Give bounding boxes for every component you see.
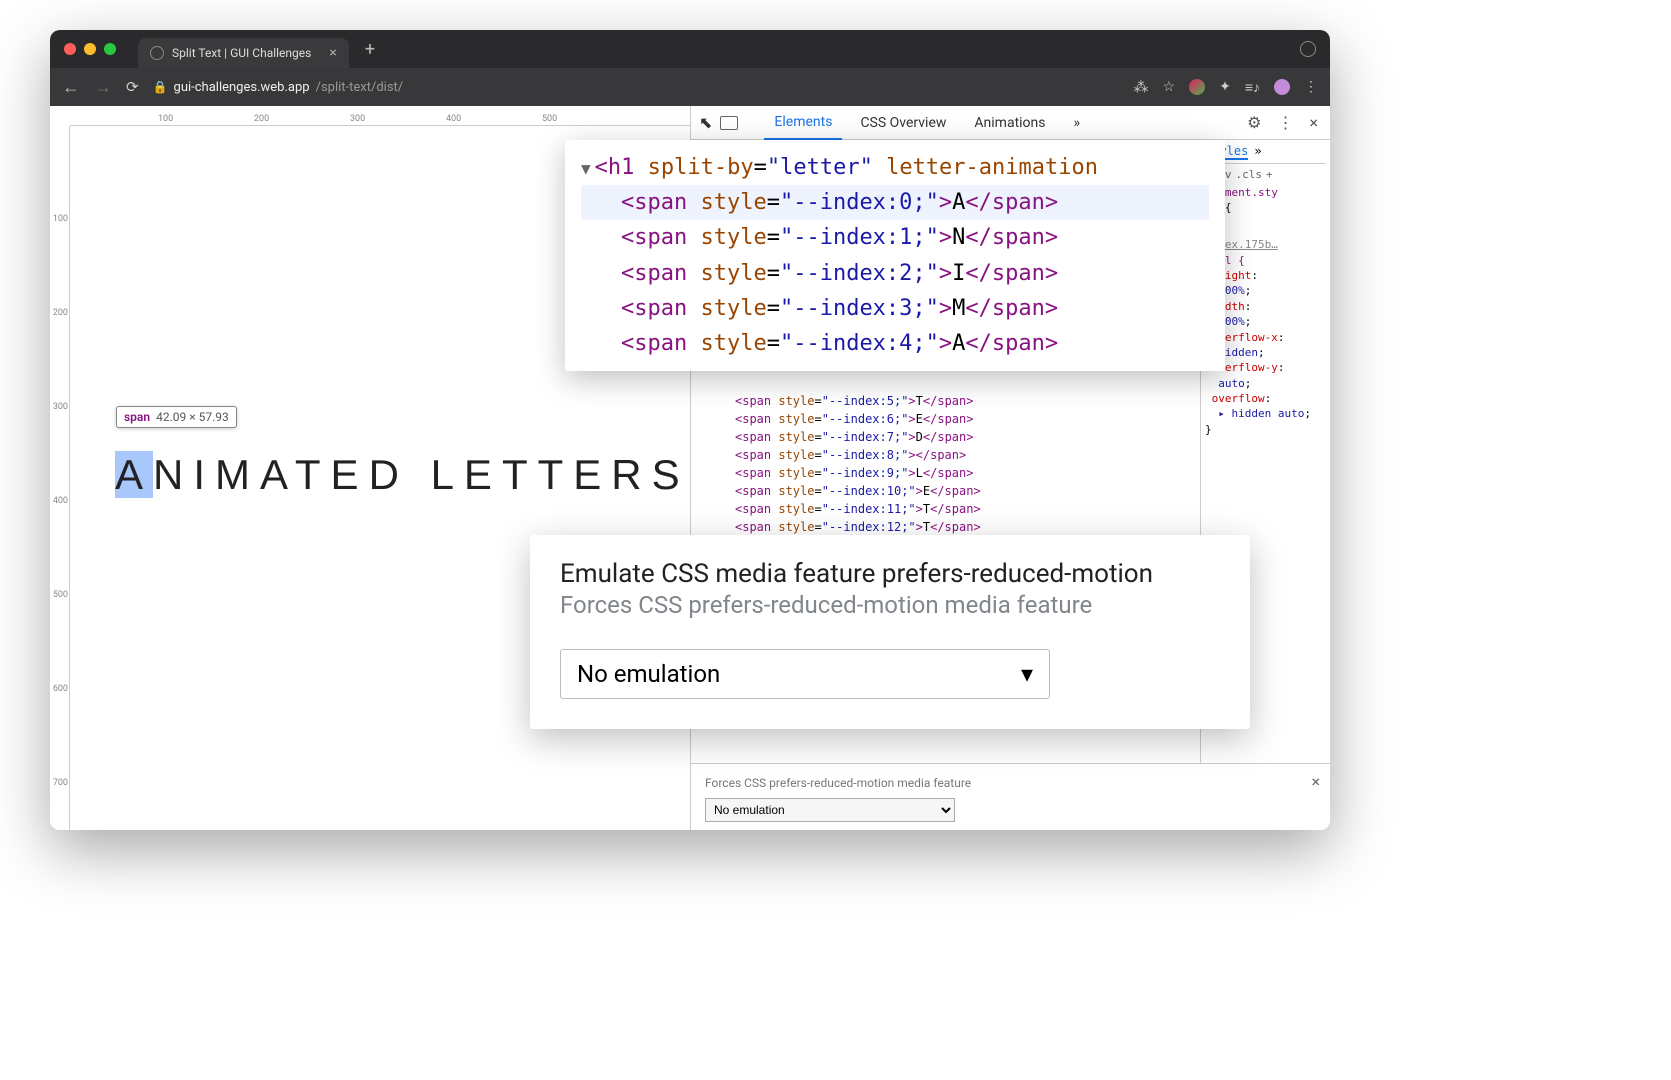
chevron-down-icon: ▾ [1021,660,1033,688]
rendering-subtitle: Forces CSS prefers-reduced-motion media … [705,776,1316,790]
zoom-drawer-title: Emulate CSS media feature prefers-reduce… [560,559,1220,589]
zoom-dom-span[interactable]: <span style="--index:3;">M</span> [581,291,1209,326]
tab-animations[interactable]: Animations [964,107,1055,139]
forward-button[interactable]: → [94,77,112,98]
rendering-drawer: × Forces CSS prefers-reduced-motion medi… [691,763,1330,830]
dom-node-span[interactable]: <span style="--index:9;">L</span> [701,464,1200,482]
zoom-drawer-overlay: Emulate CSS media feature prefers-reduce… [530,535,1250,729]
zoom-select-value: No emulation [577,660,720,688]
dom-node-span[interactable]: <span style="--index:12;">T</span> [701,518,1200,536]
translate-icon[interactable]: ⁂ [1134,78,1149,96]
browser-tab[interactable]: Split Text | GUI Challenges × [138,38,349,68]
window-close-light[interactable] [64,43,76,55]
profile-avatar-icon[interactable] [1274,79,1290,95]
zoom-drawer-subtitle: Forces CSS prefers-reduced-motion media … [560,591,1220,619]
headline-rest: NIMATED LETTERS [153,451,690,498]
tab-title: Split Text | GUI Challenges [172,46,311,60]
tooltip-dims: 42.09 × 57.93 [156,410,229,424]
tooltip-tag: span [124,410,150,424]
lock-icon: 🔒 [153,80,168,94]
address-bar: ← → ⟳ 🔒 gui-challenges.web.app/split-tex… [50,68,1330,106]
url-domain: gui-challenges.web.app [174,80,310,95]
dom-node-span[interactable]: <span style="--index:7;">D</span> [701,428,1200,446]
dom-node-span[interactable]: <span style="--index:11;">T</span> [701,500,1200,518]
device-toggle-icon[interactable] [720,116,738,130]
zoom-dom-overlay: ▼<h1 split-by="letter" letter-animation<… [565,140,1225,371]
dom-node-span[interactable]: <span style="--index:8;"></span> [701,446,1200,464]
devtools-tabs: ⬉ Elements CSS Overview Animations » ⚙ ⋮… [691,106,1330,140]
zoom-dom-span[interactable]: <span style="--index:4;">A</span> [581,326,1209,361]
ruler-vertical: 100200300400500600700800 [50,126,70,830]
zoom-dom-span[interactable]: <span style="--index:0;">A</span> [581,185,1209,220]
zoom-emulation-select[interactable]: No emulation ▾ [560,649,1050,699]
zoom-dom-span[interactable]: <span style="--index:2;">I</span> [581,256,1209,291]
drawer-close-button[interactable]: × [1311,772,1320,791]
kebab-menu-icon[interactable]: ⋮ [1304,79,1318,95]
window-min-light[interactable] [84,43,96,55]
extensions-icon[interactable]: ✦ [1219,79,1231,95]
css-declaration[interactable]: overflow: ▸ hidden auto; [1205,391,1326,422]
bookmark-icon[interactable]: ☆ [1163,79,1176,95]
element-tooltip: span 42.09 × 57.93 [116,406,237,428]
emulation-select[interactable]: No emulation [705,798,955,822]
extension-icon-1[interactable] [1189,79,1205,95]
dom-node-span[interactable]: <span style="--index:10;">E</span> [701,482,1200,500]
styles-tab-overflow[interactable]: » [1254,144,1261,160]
add-rule-button[interactable]: + [1266,168,1273,181]
toolbar-right: ⁂ ☆ ✦ ≡♪ ⋮ [1134,78,1318,96]
reading-list-icon[interactable]: ≡♪ [1245,79,1260,96]
url-field[interactable]: 🔒 gui-challenges.web.app/split-text/dist… [153,80,404,95]
url-path: /split-text/dist/ [316,80,404,95]
new-tab-button[interactable]: + [365,39,375,60]
highlighted-letter: A [115,451,153,498]
zoom-dom-h1[interactable]: ▼<h1 split-by="letter" letter-animation [581,150,1209,185]
tab-overflow[interactable]: » [1064,107,1091,139]
inspect-icon[interactable]: ⬉ [699,113,712,132]
ruler-horizontal: 100200300400500 [70,106,690,126]
headline-text: ANIMATED LETTERS [115,451,690,499]
back-button[interactable]: ← [62,77,80,98]
close-devtools-button[interactable]: × [1305,113,1322,132]
globe-icon [150,46,164,60]
tab-close-icon[interactable]: × [329,45,336,61]
account-icon[interactable] [1300,41,1316,57]
titlebar: Split Text | GUI Challenges × + [50,30,1330,68]
tab-elements[interactable]: Elements [764,106,842,140]
tab-css-overview[interactable]: CSS Overview [850,107,956,139]
settings-icon[interactable]: ⚙ [1243,113,1265,132]
window-max-light[interactable] [104,43,116,55]
cls-toggle[interactable]: .cls [1236,168,1263,181]
zoom-dom-span[interactable]: <span style="--index:1;">N</span> [581,220,1209,255]
reload-button[interactable]: ⟳ [126,78,139,96]
more-menu-icon[interactable]: ⋮ [1273,113,1297,132]
dom-node-span[interactable]: <span style="--index:5;">T</span> [701,392,1200,410]
dom-node-span[interactable]: <span style="--index:6;">E</span> [701,410,1200,428]
